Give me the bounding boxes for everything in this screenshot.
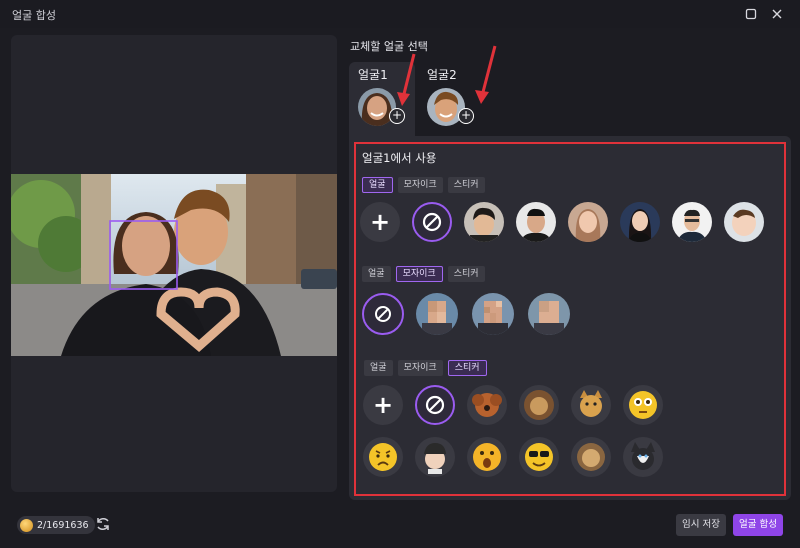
tab-mosaic[interactable]: 모자이크 — [397, 360, 443, 376]
tab-group-sticker-row: 얼굴 모자이크 스티커 — [364, 360, 487, 376]
face-option[interactable] — [568, 202, 608, 242]
tab-mosaic[interactable]: 모자이크 — [397, 177, 443, 193]
mosaic-option[interactable] — [416, 293, 458, 335]
no-sticker-button[interactable] — [415, 385, 455, 425]
prohibited-icon — [425, 395, 445, 415]
dog-sticker-icon[interactable] — [467, 385, 507, 425]
close-icon[interactable] — [767, 4, 787, 24]
no-replace-button[interactable] — [412, 202, 452, 242]
preview-panel — [11, 35, 337, 492]
lion-sticker-2-icon[interactable] — [571, 437, 611, 477]
cartoon-boy-sticker-icon[interactable] — [415, 437, 455, 477]
lion-sticker-icon[interactable] — [519, 385, 559, 425]
face-tab-label: 얼굴1 — [358, 68, 388, 82]
apply-title: 얼굴1에서 사용 — [362, 151, 437, 165]
preview-photo — [11, 174, 337, 356]
coin-icon — [20, 518, 33, 532]
plus-icon: + — [372, 391, 394, 419]
flushed-emoji-sticker-icon[interactable] — [623, 385, 663, 425]
tab-face[interactable]: 얼굴 — [362, 177, 393, 193]
credit-value: 2/1691636 — [37, 519, 89, 531]
refresh-icon[interactable] — [95, 516, 113, 534]
tab-face[interactable]: 얼굴 — [362, 266, 391, 282]
add-face-button[interactable]: + — [360, 202, 400, 242]
add-face-icon[interactable]: + — [389, 108, 405, 124]
face-tab-label: 얼굴2 — [427, 68, 457, 82]
tab-group-mosaic-row: 얼굴 모자이크 스티커 — [362, 266, 485, 282]
title-bar: 얼굴 합성 — [0, 0, 800, 28]
worried-emoji-sticker-icon[interactable] — [363, 437, 403, 477]
no-mosaic-button[interactable] — [362, 293, 404, 335]
prohibited-icon — [422, 212, 442, 232]
tab-mosaic[interactable]: 모자이크 — [395, 266, 443, 282]
tab-face[interactable]: 얼굴 — [364, 360, 393, 376]
save-draft-button[interactable]: 임시 저장 — [676, 514, 726, 536]
plus-icon: + — [369, 208, 391, 236]
tab-group-face-row: 얼굴 모자이크 스티커 — [362, 177, 485, 193]
credit-counter: 2/1691636 — [17, 516, 95, 534]
face-option[interactable] — [620, 202, 660, 242]
tab-sticker[interactable]: 스티커 — [447, 360, 487, 376]
face-option[interactable] — [724, 202, 764, 242]
maximize-icon[interactable] — [741, 4, 761, 24]
add-sticker-button[interactable]: + — [363, 385, 403, 425]
arrow-annotation-1 — [397, 53, 416, 106]
arrow-annotation-2 — [475, 45, 497, 104]
face-option[interactable] — [464, 202, 504, 242]
prohibited-icon — [375, 306, 391, 322]
husky-sticker-icon[interactable] — [623, 437, 663, 477]
mosaic-option[interactable] — [528, 293, 570, 335]
mosaic-option[interactable] — [472, 293, 514, 335]
cat-sticker-icon[interactable] — [571, 385, 611, 425]
face-option[interactable] — [516, 202, 556, 242]
tab-sticker[interactable]: 스티커 — [447, 177, 485, 193]
sunglasses-emoji-sticker-icon[interactable] — [519, 437, 559, 477]
face-option[interactable] — [672, 202, 712, 242]
face-merge-button[interactable]: 얼굴 합성 — [733, 514, 783, 536]
surprised-emoji-sticker-icon[interactable] — [467, 437, 507, 477]
add-face-icon[interactable]: + — [458, 108, 474, 124]
tab-sticker[interactable]: 스티커 — [447, 266, 485, 282]
window-title: 얼굴 합성 — [12, 9, 56, 22]
